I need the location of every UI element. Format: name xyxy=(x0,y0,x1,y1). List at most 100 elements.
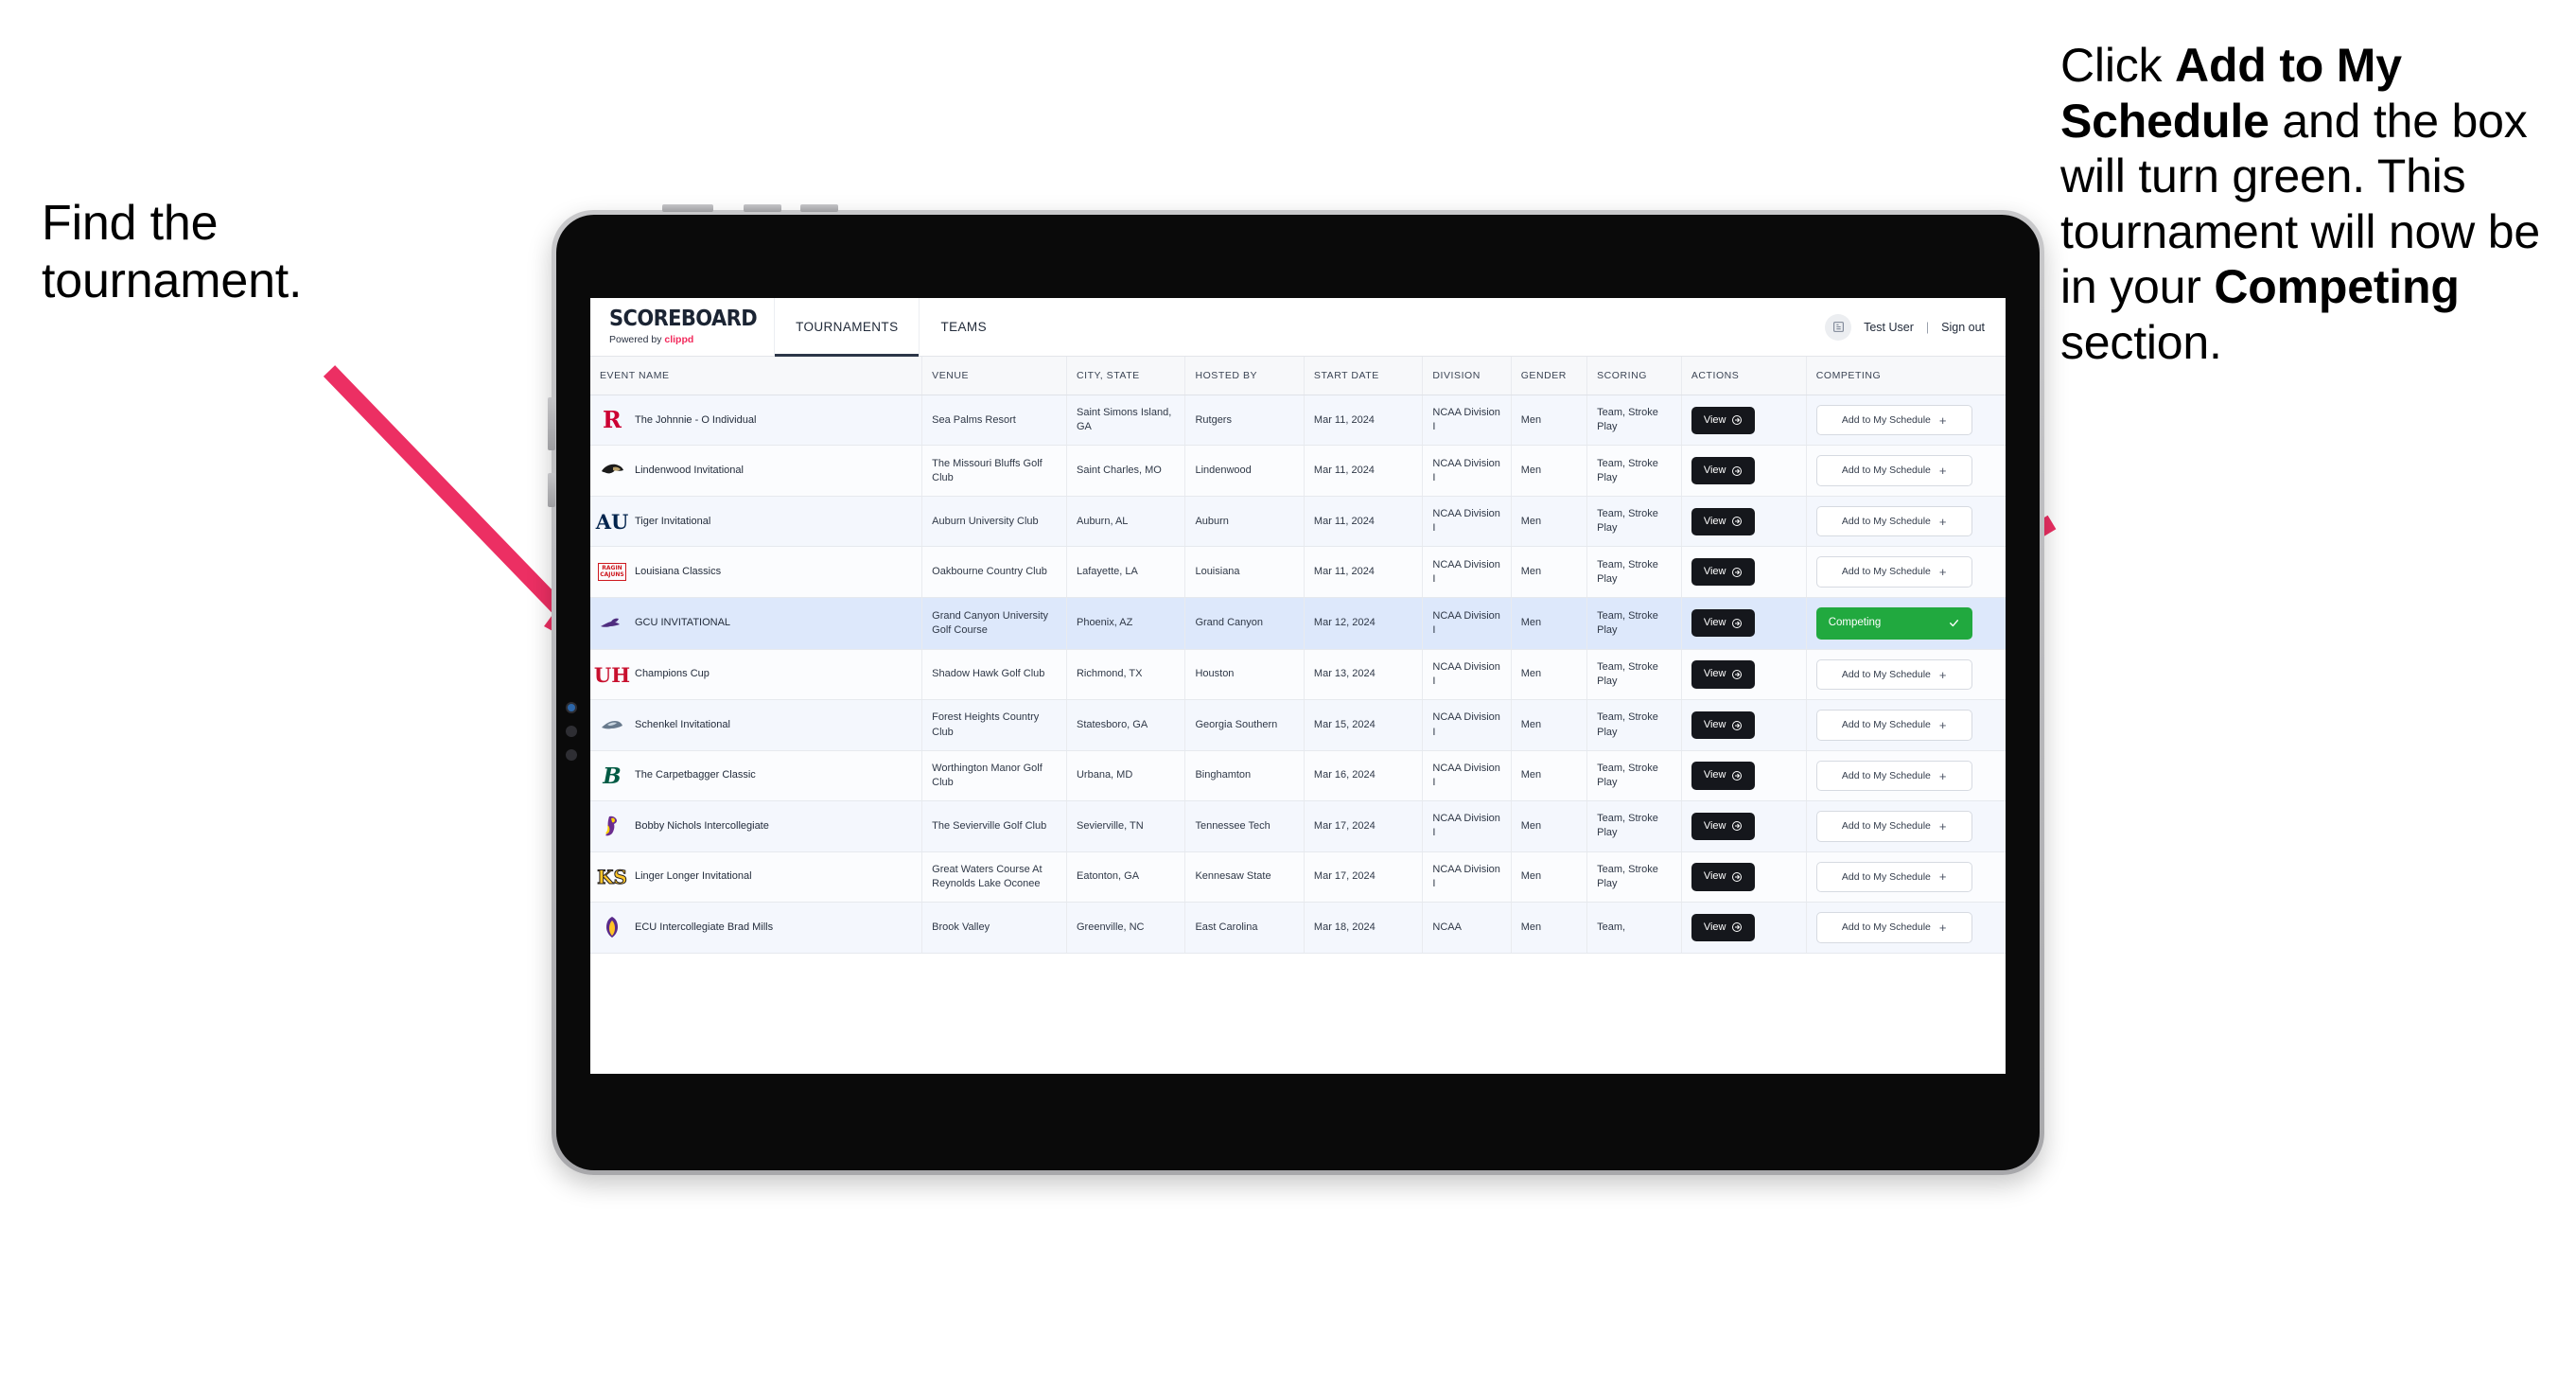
tab-teams[interactable]: TEAMS xyxy=(920,298,1008,356)
add-to-my-schedule-button[interactable]: Add to My Schedule + xyxy=(1815,658,1972,691)
add-to-my-schedule-button[interactable]: Add to My Schedule + xyxy=(1815,556,1972,588)
add-to-my-schedule-label: Add to My Schedule xyxy=(1841,414,1931,426)
view-button[interactable]: View xyxy=(1691,609,1756,638)
column-header-division: DIVISION xyxy=(1422,357,1512,395)
view-button[interactable]: View xyxy=(1691,406,1756,434)
nav-account-area: Test User | Sign out xyxy=(1825,298,2006,356)
cell-division: NCAA Division I xyxy=(1422,649,1512,701)
cell-gender: Men xyxy=(1511,496,1588,548)
view-button[interactable]: View xyxy=(1691,812,1756,841)
tournaments-table: EVENT NAME VENUE CITY, STATE HOSTED BY START… xyxy=(590,357,2006,954)
table-row[interactable]: AU Tiger Invitational Auburn University Cl… xyxy=(590,496,2006,548)
cell-actions: View xyxy=(1681,546,1807,598)
cell-gender: Men xyxy=(1511,546,1588,598)
cell-start-date: Mar 13, 2024 xyxy=(1304,649,1424,701)
add-to-my-schedule-button[interactable]: Add to My Schedule + xyxy=(1815,455,1972,486)
cell-hosted-by: Binghamton xyxy=(1184,750,1305,802)
cell-hosted-by: Grand Canyon xyxy=(1184,597,1305,650)
view-button[interactable]: View xyxy=(1691,457,1756,485)
view-button-label: View xyxy=(1703,668,1726,680)
binghamton-b-logo: B xyxy=(603,763,622,789)
table-row[interactable]: R The Johnnie - O Individual Sea Palms Res… xyxy=(590,395,2006,447)
cell-division: NCAA Division I xyxy=(1422,800,1512,852)
cell-city-state: Statesboro, GA xyxy=(1066,699,1186,751)
add-to-my-schedule-button[interactable]: Add to My Schedule + xyxy=(1815,505,1972,537)
column-header-start-date: START DATE xyxy=(1304,357,1424,395)
table-row[interactable]: Lindenwood Invitational The Missouri Bluf… xyxy=(590,445,2006,497)
annotation-text: section. xyxy=(2060,315,2222,369)
view-button-label: View xyxy=(1703,465,1726,477)
cell-scoring: Team, Stroke Play xyxy=(1586,699,1682,751)
cell-event-name: RAGIN CAJUNS Louisiana Classics xyxy=(590,546,923,598)
table-row[interactable]: Bobby Nichols Intercollegiate The Sevierv… xyxy=(590,800,2006,852)
event-name-label: Louisiana Classics xyxy=(635,566,722,578)
powered-by-label: Powered by xyxy=(609,334,665,346)
tennessee-tech-eagle-logo xyxy=(600,814,624,838)
cell-start-date: Mar 12, 2024 xyxy=(1304,597,1424,650)
view-button[interactable]: View xyxy=(1691,863,1756,891)
add-to-my-schedule-button[interactable]: Add to My Schedule + xyxy=(1815,811,1972,842)
cell-start-date: Mar 15, 2024 xyxy=(1304,699,1424,751)
cell-competing: Competing xyxy=(1806,597,2006,650)
arrow-circle-right-icon xyxy=(1731,921,1743,933)
event-name-label: The Johnnie - O Individual xyxy=(635,413,757,426)
view-button[interactable]: View xyxy=(1691,711,1756,740)
add-to-my-schedule-button[interactable]: Add to My Schedule + xyxy=(1815,912,1972,943)
competing-button[interactable]: Competing xyxy=(1815,606,1972,640)
view-button[interactable]: View xyxy=(1691,913,1756,942)
table-header-row: EVENT NAME VENUE CITY, STATE HOSTED BY START… xyxy=(590,357,2006,395)
cell-start-date: Mar 18, 2024 xyxy=(1304,902,1424,954)
cell-city-state: Greenville, NC xyxy=(1066,902,1186,954)
cell-city-state: Richmond, TX xyxy=(1066,649,1186,701)
table-row[interactable]: B The Carpetbagger Classic Worthington Man… xyxy=(590,750,2006,802)
event-name-label: The Carpetbagger Classic xyxy=(635,769,756,781)
table-row[interactable]: Schenkel Invitational Forest Heights Coun… xyxy=(590,699,2006,751)
cell-hosted-by: East Carolina xyxy=(1184,902,1305,954)
cell-scoring: Team, Stroke Play xyxy=(1586,649,1682,701)
cell-competing: Add to My Schedule + xyxy=(1806,902,2006,954)
table-row[interactable]: UH Champions Cup Shadow Hawk Golf Club Rich… xyxy=(590,649,2006,701)
arrow-circle-right-icon xyxy=(1731,871,1743,883)
cell-venue: Sea Palms Resort xyxy=(921,395,1067,447)
view-button[interactable]: View xyxy=(1691,762,1756,790)
table-row[interactable]: ECU Intercollegiate Brad Mills Brook Vall… xyxy=(590,902,2006,954)
add-to-my-schedule-button[interactable]: Add to My Schedule + xyxy=(1815,405,1972,436)
add-to-my-schedule-button[interactable]: Add to My Schedule + xyxy=(1815,861,1972,893)
user-badge-icon[interactable] xyxy=(1825,313,1852,341)
cell-venue: Great Waters Course At Reynolds Lake Oco… xyxy=(921,851,1067,904)
cell-venue: Oakbourne Country Club xyxy=(921,546,1067,598)
add-to-my-schedule-button[interactable]: Add to My Schedule + xyxy=(1815,760,1972,792)
column-header-actions: ACTIONS xyxy=(1681,357,1807,395)
view-button[interactable]: View xyxy=(1691,660,1756,689)
cell-actions: View xyxy=(1681,496,1807,548)
column-header-competing: COMPETING xyxy=(1806,357,2006,395)
event-name-label: Schenkel Invitational xyxy=(635,718,730,730)
add-to-my-schedule-label: Add to My Schedule xyxy=(1841,566,1931,578)
add-to-my-schedule-button[interactable]: Add to My Schedule + xyxy=(1815,710,1972,741)
table-row[interactable]: KS Linger Longer Invitational Great Waters… xyxy=(590,851,2006,904)
sign-out-link[interactable]: Sign out xyxy=(1941,321,1985,334)
brand-logo[interactable]: SCOREBOARD Powered by clippd xyxy=(590,298,776,356)
table-row[interactable]: RAGIN CAJUNS Louisiana Classics Oakbourne C… xyxy=(590,546,2006,598)
cell-scoring: Team, Stroke Play xyxy=(1586,750,1682,802)
table-row[interactable]: GCU INVITATIONAL Grand Canyon University … xyxy=(590,597,2006,650)
cell-competing: Add to My Schedule + xyxy=(1806,649,2006,701)
plus-icon: + xyxy=(1938,565,1947,580)
cell-city-state: Saint Charles, MO xyxy=(1066,445,1186,497)
cell-gender: Men xyxy=(1511,649,1588,701)
tablet-side-button-1 xyxy=(548,397,555,450)
cell-event-name: AU Tiger Invitational xyxy=(590,496,923,548)
kennesaw-state-ksu-logo: KS xyxy=(597,865,628,888)
add-to-my-schedule-label: Add to My Schedule xyxy=(1841,719,1931,731)
cell-competing: Add to My Schedule + xyxy=(1806,699,2006,751)
tab-tournaments[interactable]: TOURNAMENTS xyxy=(775,298,920,357)
cell-division: NCAA Division I xyxy=(1422,546,1512,598)
add-to-my-schedule-label: Add to My Schedule xyxy=(1841,921,1931,934)
cell-scoring: Team, Stroke Play xyxy=(1586,496,1682,548)
plus-icon: + xyxy=(1938,818,1947,833)
nav-separator: | xyxy=(1925,320,1930,334)
competing-button-label: Competing xyxy=(1828,616,1882,628)
view-button[interactable]: View xyxy=(1691,558,1756,587)
arrow-circle-right-icon xyxy=(1731,770,1743,781)
view-button[interactable]: View xyxy=(1691,507,1756,535)
